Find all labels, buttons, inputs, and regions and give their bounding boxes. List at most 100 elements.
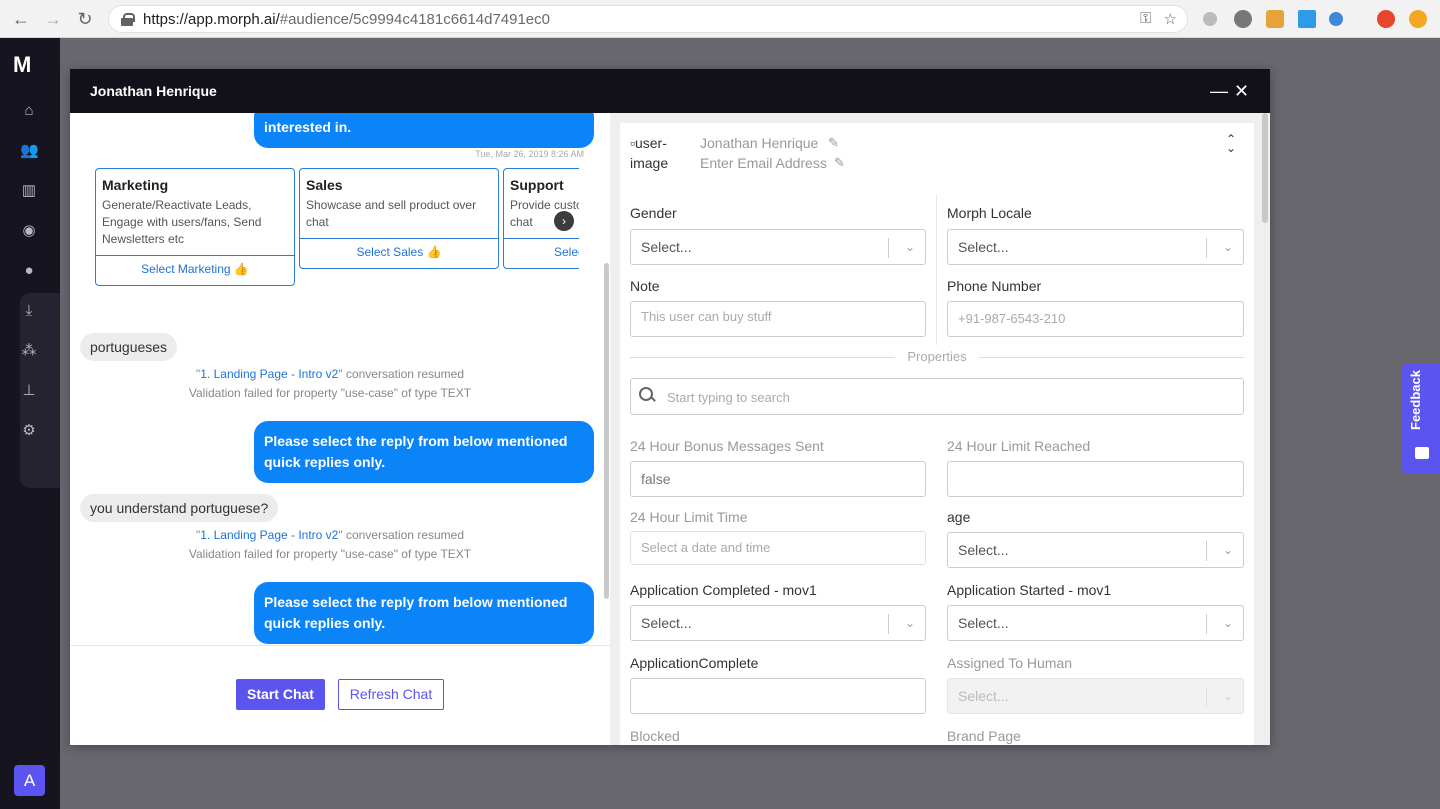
email-field[interactable]: Enter Email Address — [700, 155, 827, 171]
extension-icon[interactable] — [1234, 10, 1252, 28]
select-support-button[interactable]: Select Support 👍 — [504, 238, 579, 265]
phone-input[interactable]: +91-987-6543-210 — [947, 301, 1244, 337]
chat-footer: Start Chat Refresh Chat — [70, 645, 610, 745]
assigned-select: Select... ⌄ — [947, 678, 1244, 714]
message-timestamp: Tue, Mar 26, 2019 8:26 AM — [475, 149, 584, 159]
back-icon[interactable]: ← — [10, 8, 32, 30]
app-sidebar: M ⌂ 👥 ▥ ◉ ● ⤓ ⁂ ⊥ ⚙ A — [0, 38, 60, 809]
extension-icon[interactable] — [1329, 12, 1343, 26]
age-select[interactable]: Select... ⌄ — [947, 532, 1244, 568]
bot-message: interested in. — [254, 113, 594, 148]
bonus-messages-field[interactable]: false — [630, 461, 926, 497]
modal-header: Jonathan Henrique — ✕ — [70, 69, 1270, 113]
extension-icon[interactable] — [1203, 12, 1217, 26]
carousel-next-icon[interactable]: › — [554, 211, 574, 231]
limit-reached-label: 24 Hour Limit Reached — [947, 438, 1091, 454]
limit-time-picker[interactable]: Select a date and time — [630, 531, 926, 565]
user-chat-modal: Jonathan Henrique — ✕ interested in. Tue… — [70, 69, 1270, 745]
gender-label: Gender — [630, 205, 677, 221]
bot-message: Please select the reply from below menti… — [254, 421, 594, 483]
application-complete-input[interactable] — [630, 678, 926, 714]
chevron-down-icon: ⌄ — [1222, 543, 1233, 557]
chat-scrollbar[interactable] — [604, 263, 609, 599]
assigned-label: Assigned To Human — [947, 655, 1073, 671]
lock-icon — [121, 13, 135, 26]
start-chat-button[interactable]: Start Chat — [236, 679, 325, 710]
feedback-icon — [1415, 447, 1429, 459]
note-label: Note — [630, 278, 660, 294]
forward-icon[interactable]: → — [42, 8, 64, 30]
validation-error-note: Validation failed for property "use-case… — [188, 547, 472, 561]
chevron-down-icon: ⌄ — [1222, 240, 1233, 254]
column-divider — [936, 195, 937, 345]
collapse-icon[interactable]: ⌃ ⌄ — [1226, 133, 1236, 154]
validation-error-note: Validation failed for property "use-case… — [188, 386, 472, 400]
user-name: Jonathan Henrique — [700, 135, 819, 151]
audience-icon[interactable]: 👥 — [20, 142, 39, 160]
properties-heading: Properties — [630, 349, 1244, 364]
hierarchy-icon[interactable]: ⊥ — [20, 382, 38, 400]
user-icon[interactable]: ● — [20, 262, 38, 280]
brand-page-label: Brand Page — [947, 728, 1021, 744]
edit-name-icon[interactable]: ✎ — [828, 135, 839, 151]
locale-select[interactable]: Select... ⌄ — [947, 229, 1244, 265]
extension-icon[interactable] — [1409, 10, 1427, 28]
phone-label: Phone Number — [947, 278, 1042, 294]
conversation-resumed-note: "1. Landing Page - Intro v2" conversatio… — [195, 367, 465, 381]
integrations-icon[interactable]: ⁂ — [20, 342, 38, 360]
refresh-chat-button[interactable]: Refresh Chat — [338, 679, 444, 710]
analytics-icon[interactable]: ▥ — [20, 182, 38, 200]
morph-logo[interactable]: M — [13, 52, 31, 78]
user-message: portugueses — [80, 333, 178, 361]
star-icon[interactable]: ☆ — [1164, 10, 1177, 28]
flow-link[interactable]: 1. Landing Page - Intro v2 — [200, 367, 338, 381]
application-complete-label: ApplicationComplete — [630, 655, 759, 671]
user-message: you understand portuguese? — [80, 494, 279, 522]
download-icon[interactable]: ⤓ — [20, 302, 38, 320]
extension-icon[interactable] — [1298, 10, 1316, 28]
select-marketing-button[interactable]: Select Marketing 👍 — [96, 255, 294, 282]
chevron-down-icon: ⌄ — [904, 240, 915, 254]
app-completed-label: Application Completed - mov1 — [630, 582, 817, 598]
search-icon — [639, 387, 655, 403]
settings-icon[interactable]: ⚙ — [20, 422, 38, 440]
gender-select[interactable]: Select... ⌄ — [630, 229, 926, 265]
bot-message: Please select the reply from below menti… — [254, 582, 594, 644]
limit-time-label: 24 Hour Limit Time — [630, 509, 748, 525]
chevron-down-icon: ⌄ — [904, 616, 915, 630]
note-textarea[interactable]: This user can buy stuff — [630, 301, 926, 337]
select-sales-button[interactable]: Select Sales 👍 — [300, 238, 498, 265]
key-icon[interactable]: ⚿ — [1140, 10, 1151, 28]
reload-icon[interactable]: ↻ — [74, 8, 96, 30]
modal-title: Jonathan Henrique — [90, 83, 217, 99]
broadcast-icon[interactable]: ◉ — [20, 222, 38, 240]
edit-email-icon[interactable]: ✎ — [834, 155, 845, 171]
limit-reached-field[interactable] — [947, 461, 1244, 497]
close-icon[interactable]: ✕ — [1234, 81, 1249, 101]
app-started-select[interactable]: Select... ⌄ — [947, 605, 1244, 641]
user-profile-panel[interactable]: ▫user-image Jonathan Henrique ✎ Enter Em… — [620, 123, 1254, 745]
conversation-resumed-note: "1. Landing Page - Intro v2" conversatio… — [195, 528, 465, 542]
blocked-label: Blocked — [630, 728, 680, 744]
profile-scrollbar[interactable] — [1262, 113, 1268, 223]
app-completed-select[interactable]: Select... ⌄ — [630, 605, 926, 641]
quick-reply-card-marketing: Marketing Generate/Reactivate Leads, Eng… — [95, 168, 295, 286]
feedback-tab[interactable]: Feedback — [1402, 364, 1440, 474]
bonus-messages-label: 24 Hour Bonus Messages Sent — [630, 438, 824, 454]
user-image: ▫user-image — [630, 135, 669, 171]
flow-link[interactable]: 1. Landing Page - Intro v2 — [200, 528, 338, 542]
url-text: https://app.morph.ai/#audience/5c9994c41… — [143, 10, 550, 28]
app-started-label: Application Started - mov1 — [947, 582, 1112, 598]
property-search-input[interactable]: Start typing to search — [630, 378, 1244, 415]
age-label: age — [947, 509, 971, 525]
browser-toolbar: ← → ↻ https://app.morph.ai/#audience/5c9… — [0, 0, 1440, 38]
home-icon[interactable]: ⌂ — [20, 102, 38, 120]
extension-icon[interactable] — [1266, 10, 1284, 28]
profile-icon[interactable] — [1377, 10, 1395, 28]
minimize-icon[interactable]: — — [1210, 81, 1228, 101]
chat-transcript[interactable]: interested in. Tue, Mar 26, 2019 8:26 AM… — [70, 113, 610, 645]
account-avatar[interactable]: A — [14, 765, 45, 796]
address-bar[interactable]: https://app.morph.ai/#audience/5c9994c41… — [108, 5, 1188, 33]
chevron-down-icon: ⌄ — [1222, 616, 1233, 630]
chevron-down-icon: ⌄ — [1222, 689, 1233, 703]
